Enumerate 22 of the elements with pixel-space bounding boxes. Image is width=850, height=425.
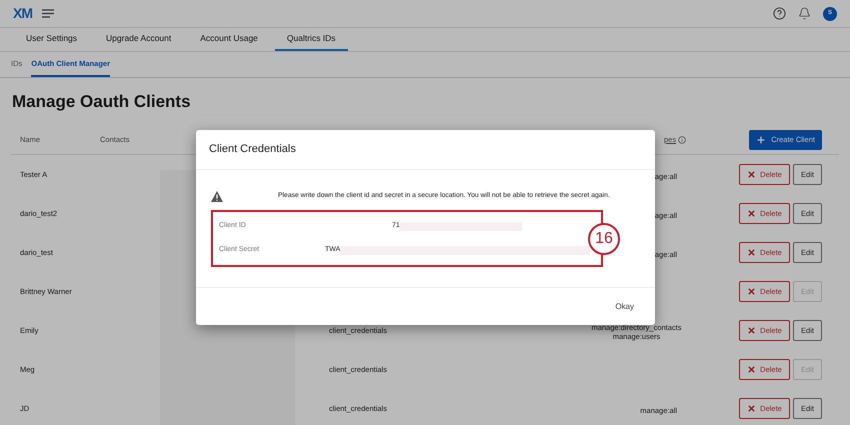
close-icon (747, 170, 756, 179)
close-icon (747, 209, 756, 218)
tab[interactable]: Upgrade Account (94, 28, 184, 51)
menu-icon[interactable] (42, 9, 54, 18)
info-icon[interactable] (678, 136, 686, 144)
okay-button[interactable]: Okay (615, 300, 634, 312)
dialog-title: Client Credentials (209, 142, 296, 158)
close-icon (747, 404, 756, 413)
close-icon (747, 287, 756, 296)
tab[interactable]: User Settings (14, 28, 90, 51)
help-icon[interactable] (773, 7, 786, 20)
warning-icon (211, 190, 223, 202)
tab[interactable]: Account Usage (188, 28, 270, 51)
close-icon (747, 365, 756, 374)
tab[interactable]: Qualtrics IDs (274, 28, 348, 51)
plus-icon (756, 134, 766, 144)
logo[interactable]: XM (13, 3, 32, 24)
page-title: Manage Oauth Clients (12, 90, 191, 113)
notification-bell-icon[interactable] (798, 7, 811, 20)
close-icon (747, 326, 756, 335)
close-icon (747, 248, 756, 257)
step-number-badge: 16 (588, 222, 620, 254)
